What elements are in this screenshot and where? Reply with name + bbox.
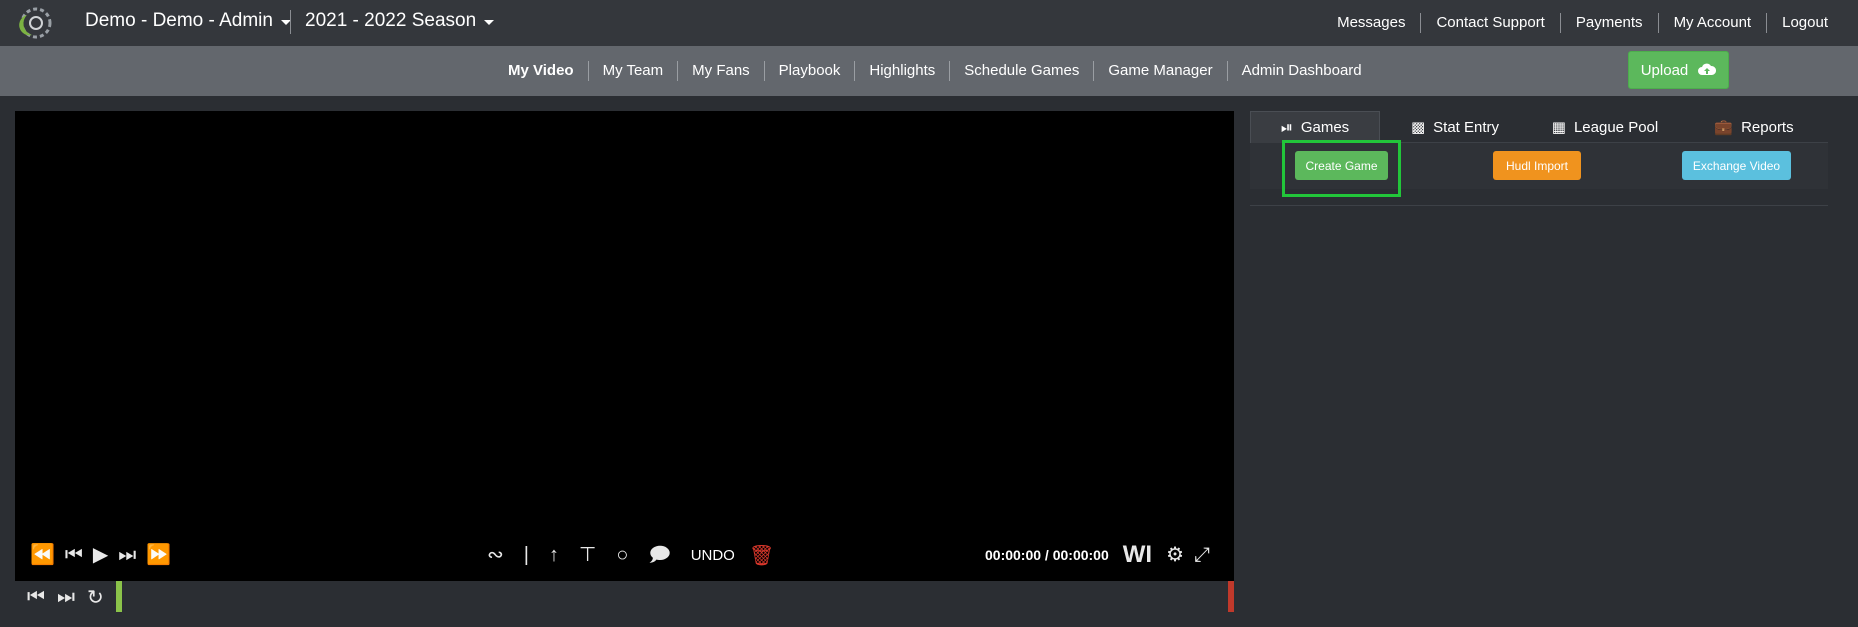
- timecode: 00:00:00 / 00:00:00: [985, 547, 1109, 563]
- refresh-icon[interactable]: ↻: [87, 585, 104, 610]
- comment-tool-icon[interactable]: 🗩: [648, 545, 670, 565]
- skip-start-icon[interactable]: ⏮: [27, 586, 45, 609]
- contact-support-link[interactable]: Contact Support: [1420, 13, 1559, 33]
- nav-links: My Video My Team My Fans Playbook Highli…: [494, 46, 1376, 96]
- nav-item-my-fans[interactable]: My Fans: [677, 61, 764, 81]
- tab-games[interactable]: ⏯ Games: [1250, 111, 1380, 143]
- nav-item-schedule-games[interactable]: Schedule Games: [949, 61, 1093, 81]
- circle-tool-icon[interactable]: ○: [616, 545, 628, 565]
- messages-link[interactable]: Messages: [1322, 13, 1420, 33]
- nav-item-playbook[interactable]: Playbook: [763, 61, 855, 81]
- player-status: 00:00:00 / 00:00:00 WI ⚙ ⤢: [985, 540, 1220, 570]
- nav-item-admin-dashboard[interactable]: Admin Dashboard: [1226, 61, 1376, 81]
- table-icon: ▦: [1551, 119, 1566, 136]
- divider: [290, 10, 291, 34]
- my-account-link[interactable]: My Account: [1657, 13, 1767, 33]
- fullscreen-icon[interactable]: ⤢: [1194, 545, 1210, 565]
- divider: [1250, 205, 1828, 206]
- tab-label: Reports: [1741, 118, 1794, 136]
- tab-stat-entry[interactable]: ▩ Stat Entry: [1380, 111, 1530, 143]
- upload-button[interactable]: Upload: [1628, 51, 1729, 89]
- nav-item-game-manager[interactable]: Game Manager: [1093, 61, 1226, 81]
- drawing-tools: ∾ | ↑ ⊤ ○ 🗩 UNDO 🗑: [487, 540, 774, 570]
- fast-forward-icon[interactable]: ⏩: [146, 545, 171, 565]
- chevron-down-icon: [484, 20, 495, 25]
- tab-league-pool[interactable]: ▦ League Pool: [1530, 111, 1680, 143]
- team-dropdown-label: Demo - Demo - Admin: [85, 10, 273, 31]
- season-dropdown[interactable]: 2021 - 2022 Season: [305, 10, 495, 32]
- undo-button[interactable]: UNDO: [691, 547, 735, 564]
- freehand-draw-icon[interactable]: ∾: [487, 545, 504, 565]
- highlight-box: [1282, 140, 1401, 197]
- line-tool-icon[interactable]: |: [524, 545, 529, 565]
- main-nav: My Video My Team My Fans Playbook Highli…: [0, 46, 1858, 96]
- payments-link[interactable]: Payments: [1559, 13, 1658, 33]
- tab-label: League Pool: [1573, 118, 1659, 136]
- gear-icon[interactable]: ⚙: [1166, 545, 1184, 565]
- wi-button[interactable]: WI: [1123, 541, 1152, 569]
- step-forward-icon[interactable]: ⏭: [118, 545, 136, 565]
- logo-icon[interactable]: [18, 5, 54, 41]
- hudl-import-button[interactable]: Hudl Import: [1493, 151, 1581, 180]
- trash-icon[interactable]: 🗑: [749, 543, 774, 568]
- exchange-video-button[interactable]: Exchange Video: [1682, 151, 1791, 180]
- playback-controls: ⏪ ⏮ ▶ ⏭ ⏩: [30, 540, 181, 570]
- tab-label: Games: [1300, 119, 1350, 136]
- cloud-upload-icon: [1698, 63, 1717, 75]
- timeline-controls: ⏮ ⏭ ↻: [27, 585, 116, 610]
- rewind-icon[interactable]: ⏪: [30, 545, 55, 565]
- briefcase-icon: 💼: [1714, 119, 1734, 136]
- play-circle-icon: ⏯: [1280, 119, 1293, 136]
- nav-item-my-team[interactable]: My Team: [587, 61, 678, 81]
- timeline-start-marker[interactable]: [116, 581, 122, 612]
- video-player[interactable]: [15, 111, 1234, 581]
- nav-item-highlights[interactable]: Highlights: [854, 61, 949, 81]
- arrow-tool-icon[interactable]: ↑: [549, 545, 559, 565]
- bar-chart-icon: ▩: [1410, 119, 1426, 136]
- account-links: Messages Contact Support Payments My Acc…: [1322, 0, 1843, 46]
- nav-item-my-video[interactable]: My Video: [494, 61, 588, 81]
- step-back-icon[interactable]: ⏮: [65, 545, 83, 565]
- team-dropdown[interactable]: Demo - Demo - Admin: [85, 10, 291, 32]
- panel-tabs: ⏯ Games ▩ Stat Entry ▦ League Pool 💼 Rep…: [1250, 111, 1828, 143]
- logout-link[interactable]: Logout: [1766, 13, 1843, 33]
- skip-end-icon[interactable]: ⏭: [57, 586, 75, 609]
- top-bar: Demo - Demo - Admin 2021 - 2022 Season M…: [0, 0, 1858, 46]
- timeline-end-marker[interactable]: [1228, 581, 1234, 612]
- upload-button-label: Upload: [1640, 61, 1689, 79]
- play-icon[interactable]: ▶: [93, 545, 108, 565]
- season-dropdown-label: 2021 - 2022 Season: [305, 10, 477, 31]
- tab-reports[interactable]: 💼 Reports: [1680, 111, 1828, 143]
- block-arrow-tool-icon[interactable]: ⊤: [579, 545, 596, 565]
- tab-label: Stat Entry: [1433, 118, 1500, 136]
- timeline[interactable]: ⏮ ⏭ ↻: [15, 581, 1234, 612]
